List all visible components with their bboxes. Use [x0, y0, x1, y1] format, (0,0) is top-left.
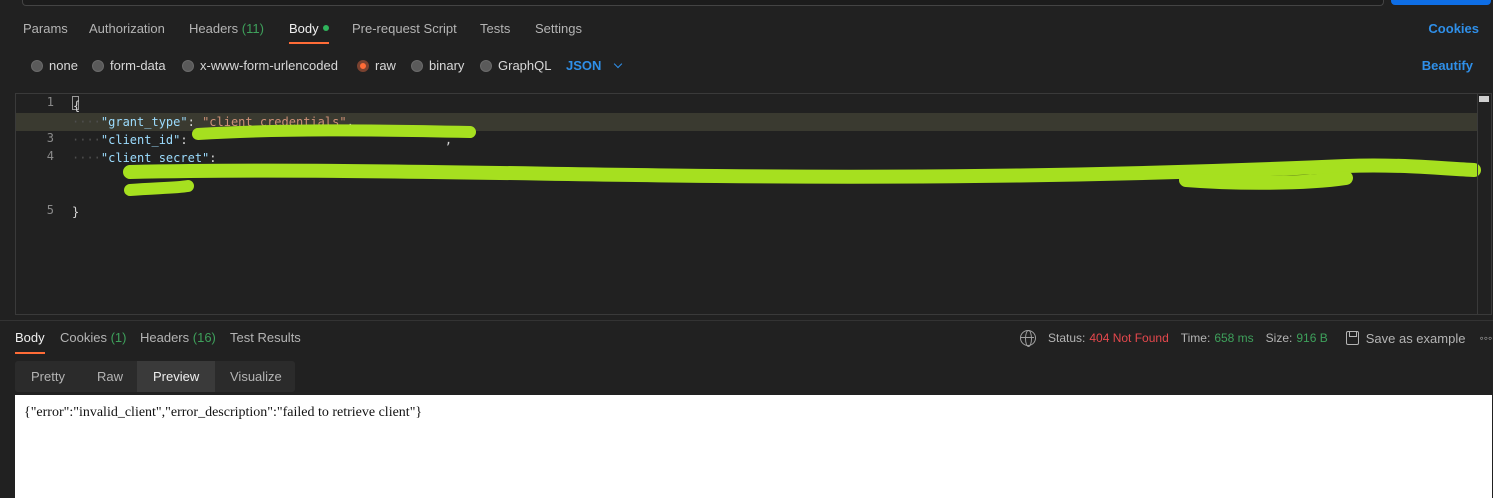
response-meta: Status: 404 Not Found Time: 658 ms Size:…	[1020, 330, 1492, 347]
indent-guide: ····	[72, 115, 101, 129]
view-tab-pretty[interactable]: Pretty	[15, 361, 81, 392]
response-tab-cookies[interactable]: Cookies (1)	[60, 330, 126, 345]
tab-pre-request-script[interactable]: Pre-request Script	[352, 21, 457, 36]
tab-headers[interactable]: Headers (11)	[189, 21, 264, 36]
cookies-count: (1)	[110, 330, 127, 345]
view-tab-preview[interactable]: Preview	[137, 361, 216, 392]
radio-none[interactable]: none	[31, 58, 78, 73]
response-tab-body[interactable]: Body	[15, 330, 45, 345]
tab-authorization[interactable]: Authorization	[89, 21, 165, 36]
size-label: Size:	[1265, 331, 1293, 345]
tab-settings[interactable]: Settings	[535, 21, 582, 36]
radio-icon	[480, 59, 492, 72]
radio-icon	[411, 59, 423, 72]
radio-raw[interactable]: raw	[357, 58, 396, 73]
tab-body[interactable]: Body	[289, 21, 329, 36]
close-brace: }	[72, 205, 80, 219]
json-colon: :	[209, 151, 224, 165]
response-preview[interactable]: {"error":"invalid_client","error_descrip…	[15, 395, 1492, 498]
beautify-button[interactable]: Beautify	[1422, 58, 1473, 73]
json-colon: :	[180, 133, 195, 147]
radio-form-data[interactable]: form-data	[92, 58, 166, 73]
indent-guide: ····	[72, 133, 101, 147]
code-line: {	[72, 95, 80, 113]
line-number: 3	[46, 131, 54, 145]
view-tab-raw[interactable]: Raw	[81, 361, 139, 392]
json-colon: :	[187, 115, 203, 129]
radio-selected-icon	[357, 59, 369, 72]
radio-x-www-form-urlencoded[interactable]: x-www-form-urlencoded	[182, 58, 338, 73]
line-number: 1	[46, 95, 54, 109]
json-comma: ,	[444, 133, 453, 147]
status-value[interactable]: 404 Not Found	[1089, 331, 1168, 345]
cookies-link[interactable]: Cookies	[1428, 21, 1479, 36]
format-select[interactable]: JSON	[566, 58, 623, 73]
radio-binary[interactable]: binary	[411, 58, 464, 73]
status-label: Status:	[1048, 331, 1086, 345]
tab-params[interactable]: Params	[23, 21, 68, 36]
indent-guide: ····	[72, 151, 101, 165]
line-number: 5	[46, 203, 54, 217]
radio-icon	[31, 59, 43, 72]
json-key: "grant_type"	[100, 115, 188, 129]
more-options-icon[interactable]: ◦◦◦	[1479, 331, 1492, 345]
json-string: "client_credentials"	[202, 115, 347, 129]
time-label: Time:	[1180, 331, 1211, 345]
code-line: ····"client_secret":	[72, 149, 224, 167]
code-line: ····"client_id": ,	[72, 131, 452, 149]
response-tab-test-results[interactable]: Test Results	[230, 330, 301, 345]
open-brace: {	[72, 96, 80, 113]
body-type-selector: none form-data x-www-form-urlencoded raw…	[0, 56, 1493, 86]
code-line: }	[72, 203, 79, 221]
response-headers-count: (16)	[192, 330, 216, 345]
radio-icon	[92, 59, 104, 72]
globe-icon[interactable]	[1020, 330, 1036, 347]
json-key: "client_secret"	[100, 151, 210, 165]
chevron-down-icon	[614, 59, 623, 68]
tab-tests[interactable]: Tests	[480, 21, 510, 36]
code-content[interactable]: { ····"grant_type": "client_credentials"…	[16, 94, 1478, 314]
response-tab-headers[interactable]: Headers (16)	[140, 330, 216, 345]
headers-count: (11)	[241, 21, 264, 36]
json-key: "client_id"	[100, 133, 181, 147]
response-preview-text: {"error":"invalid_client","error_descrip…	[24, 405, 423, 420]
save-icon	[1345, 331, 1359, 345]
size-value[interactable]: 916 B	[1296, 331, 1327, 345]
modified-dot-icon	[322, 25, 329, 31]
code-editor[interactable]: 1 2 3 4 5 { ····"grant_type": "client_cr…	[15, 93, 1492, 315]
active-tab-indicator	[289, 42, 329, 44]
response-active-tab-indicator	[15, 352, 45, 354]
response-view-tabs: Pretty Raw Preview Visualize	[15, 361, 295, 392]
editor-scrollbar[interactable]	[1477, 94, 1491, 314]
line-number: 4	[46, 149, 54, 163]
code-line-highlighted: ····"grant_type": "client_credentials",	[16, 113, 1478, 131]
radio-icon	[182, 59, 194, 72]
json-comma: ,	[346, 115, 354, 129]
request-tabs: Params Authorization Headers (11) Body P…	[0, 0, 1493, 56]
radio-graphql[interactable]: GraphQL	[480, 58, 551, 73]
save-as-example-button[interactable]: Save as example	[1366, 331, 1466, 346]
view-tab-visualize[interactable]: Visualize	[214, 361, 298, 392]
time-value[interactable]: 658 ms	[1214, 331, 1253, 345]
